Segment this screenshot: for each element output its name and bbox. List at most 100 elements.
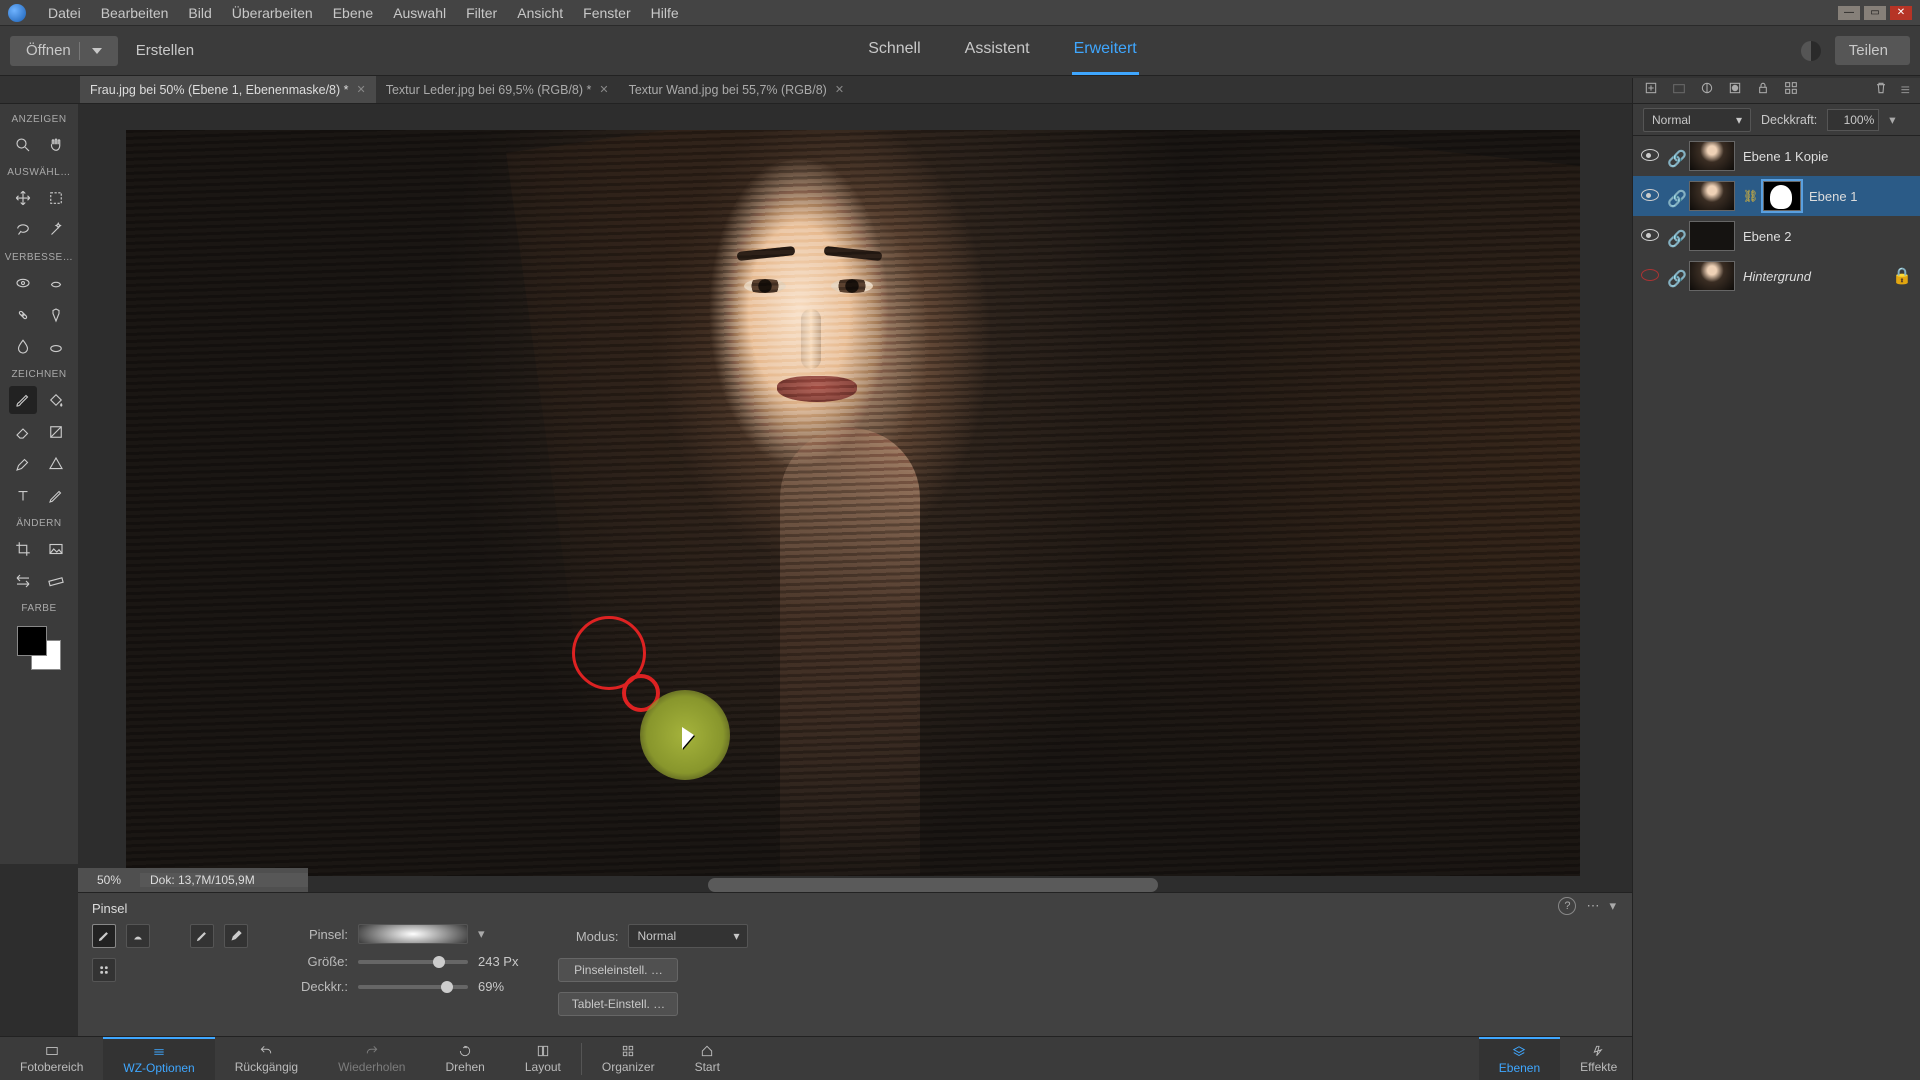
menu-ebene[interactable]: Ebene (323, 5, 383, 21)
theme-toggle-icon[interactable] (1801, 41, 1821, 61)
brush-preset-swatch[interactable] (358, 924, 468, 944)
layer-opacity-value[interactable]: 100% (1827, 109, 1879, 131)
visibility-icon[interactable] (1641, 189, 1659, 203)
close-icon[interactable]: ✕ (835, 83, 844, 96)
blur-tool-icon[interactable] (9, 333, 37, 361)
layer-name[interactable]: Ebene 1 Kopie (1743, 149, 1828, 164)
document-tab[interactable]: Frau.jpg bei 50% (Ebene 1, Ebenenmaske/8… (80, 76, 376, 103)
eyedropper-tool-icon[interactable] (9, 450, 37, 478)
clone-tool-icon[interactable] (42, 301, 70, 329)
chain-icon[interactable]: ⛓ (1743, 189, 1755, 203)
open-button[interactable]: Öffnen (10, 36, 118, 66)
layer-row[interactable]: 🔗 Ebene 1 Kopie (1633, 136, 1920, 176)
tab-assistant[interactable]: Assistent (963, 26, 1032, 75)
mask-icon[interactable] (1727, 80, 1743, 101)
lasso-tool-icon[interactable] (9, 216, 37, 244)
layer-thumbnail[interactable] (1689, 221, 1735, 251)
horizontal-scrollbar[interactable] (708, 878, 1158, 892)
menu-ansicht[interactable]: Ansicht (507, 5, 573, 21)
menu-bild[interactable]: Bild (178, 5, 221, 21)
dock-home[interactable]: Start (675, 1037, 740, 1080)
tab-quick[interactable]: Schnell (866, 26, 922, 75)
layer-name[interactable]: Ebene 1 (1809, 189, 1857, 204)
share-button[interactable]: Teilen (1835, 36, 1910, 65)
link-icon[interactable]: 🔗 (1667, 149, 1681, 163)
blend-mode-dropdown[interactable]: Normal▾ (628, 924, 748, 948)
layer-blend-dropdown[interactable]: Normal▾ (1643, 108, 1751, 132)
dock-tool-options[interactable]: WZ-Optionen (103, 1037, 214, 1080)
hand-tool-icon[interactable] (42, 131, 70, 159)
trash-icon[interactable] (1873, 80, 1889, 101)
zoom-tool-icon[interactable] (9, 131, 37, 159)
canvas[interactable] (126, 130, 1580, 876)
layer-mask-thumbnail[interactable] (1763, 181, 1801, 211)
brush-opacity-slider[interactable] (358, 985, 468, 989)
document-tab[interactable]: Textur Leder.jpg bei 69,5% (RGB/8) * ✕ (376, 76, 619, 103)
dock-organizer[interactable]: Organizer (582, 1037, 675, 1080)
new-group-icon[interactable] (1671, 80, 1687, 101)
brush-size-value[interactable]: 243 Px (478, 954, 518, 969)
sponge-tool-icon[interactable] (42, 333, 70, 361)
visibility-icon[interactable] (1641, 269, 1659, 283)
wand-tool-icon[interactable] (42, 216, 70, 244)
impressionist-brush-icon[interactable] (126, 924, 150, 948)
menu-filter[interactable]: Filter (456, 5, 507, 21)
brush-size-slider[interactable] (358, 960, 468, 964)
layer-name[interactable]: Hintergrund (1743, 269, 1811, 284)
more-icon[interactable]: ⋯ (1586, 898, 1599, 914)
chevron-down-icon[interactable]: ▾ (1889, 112, 1895, 127)
color-swatches[interactable] (15, 624, 63, 672)
layer-thumbnail[interactable] (1689, 261, 1735, 291)
chevron-down-icon[interactable]: ▾ (478, 926, 485, 942)
dock-layers[interactable]: Ebenen (1479, 1037, 1560, 1080)
new-layer-icon[interactable] (1643, 80, 1659, 101)
link-icon[interactable]: 🔗 (1667, 189, 1681, 203)
dock-redo[interactable]: Wiederholen (318, 1037, 425, 1080)
close-button[interactable]: ✕ (1890, 6, 1912, 20)
minimize-button[interactable]: — (1838, 6, 1860, 20)
close-icon[interactable]: ✕ (599, 83, 608, 96)
layer-row[interactable]: 🔗 Hintergrund 🔒 (1633, 256, 1920, 296)
close-icon[interactable]: ✕ (357, 83, 366, 96)
foreground-color-swatch[interactable] (17, 626, 47, 656)
brush-settings-button[interactable]: Pinseleinstell. … (558, 958, 678, 982)
whiten-tool-icon[interactable] (42, 269, 70, 297)
menu-fenster[interactable]: Fenster (573, 5, 640, 21)
layer-row[interactable]: 🔗 Ebene 2 (1633, 216, 1920, 256)
layer-thumbnail[interactable] (1689, 181, 1735, 211)
panel-menu-icon[interactable]: ≡ (1901, 82, 1910, 100)
crop-tool-icon[interactable] (9, 535, 37, 563)
eraser-tool-icon[interactable] (9, 418, 37, 446)
visibility-icon[interactable] (1641, 229, 1659, 243)
document-tab[interactable]: Textur Wand.jpg bei 55,7% (RGB/8) ✕ (619, 76, 854, 103)
link-icon[interactable]: 🔗 (1667, 269, 1681, 283)
pencil-variant-icon[interactable] (224, 924, 248, 948)
menu-bearbeiten[interactable]: Bearbeiten (91, 5, 179, 21)
lock-icon[interactable] (1755, 80, 1771, 101)
adjustment-layer-icon[interactable] (1699, 80, 1715, 101)
layer-name[interactable]: Ebene 2 (1743, 229, 1791, 244)
help-icon[interactable]: ? (1558, 897, 1576, 915)
layer-row[interactable]: 🔗 ⛓ Ebene 1 (1633, 176, 1920, 216)
dock-undo[interactable]: Rückgängig (215, 1037, 318, 1080)
dock-effects[interactable]: Effekte (1560, 1037, 1637, 1080)
chevron-down-icon[interactable]: ▾ (1609, 898, 1616, 914)
create-button[interactable]: Erstellen (136, 42, 204, 59)
maximize-button[interactable]: ▭ (1864, 6, 1886, 20)
link-icon[interactable]: 🔗 (1667, 229, 1681, 243)
recompose-tool-icon[interactable] (42, 535, 70, 563)
move-tool-icon[interactable] (9, 184, 37, 212)
menu-ueberarbeiten[interactable]: Überarbeiten (222, 5, 323, 21)
marquee-tool-icon[interactable] (42, 184, 70, 212)
type-tool-icon[interactable] (9, 482, 37, 510)
menu-auswahl[interactable]: Auswahl (383, 5, 456, 21)
zoom-value[interactable]: 50% (78, 873, 140, 887)
color-replace-brush-icon[interactable] (190, 924, 214, 948)
tab-advanced[interactable]: Erweitert (1072, 26, 1139, 75)
straighten-tool-icon[interactable] (42, 567, 70, 595)
layer-thumbnail[interactable] (1689, 141, 1735, 171)
bucket-tool-icon[interactable] (42, 386, 70, 414)
visibility-icon[interactable] (1641, 149, 1659, 163)
fx-icon[interactable] (1783, 80, 1799, 101)
pencil-tool-icon[interactable] (42, 482, 70, 510)
